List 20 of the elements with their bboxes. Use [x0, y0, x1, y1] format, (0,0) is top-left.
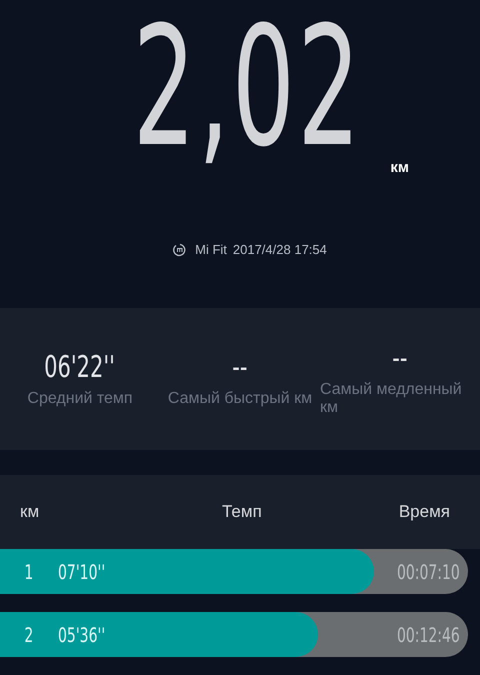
distance-unit: км — [390, 159, 409, 176]
column-header: Темп — [222, 502, 262, 522]
stat-value: -- — [392, 341, 408, 377]
workout-datetime: 2017/4/28 17:54 — [232, 242, 327, 257]
distance-value: 2,02 — [132, 5, 363, 170]
stat-label: Самый медленный км — [320, 381, 463, 417]
split-km: 1 — [24, 560, 34, 584]
split-time: 00:07:10 — [397, 560, 460, 584]
stat-label: Средний темп — [27, 390, 133, 408]
column-header: Время — [398, 502, 450, 522]
app-logo-icon — [173, 242, 188, 256]
column-header: км — [20, 502, 40, 522]
split-km: 2 — [24, 622, 34, 646]
stat-value: -- — [232, 350, 248, 386]
source-app: Mi Fit — [195, 242, 227, 257]
split-time: 00:12:46 — [397, 622, 460, 646]
stat-value: 06'22'' — [44, 350, 116, 386]
split-pace: 05'36'' — [58, 622, 106, 646]
stat-label: Самый быстрый км — [168, 390, 312, 408]
split-pace: 07'10'' — [58, 560, 106, 584]
